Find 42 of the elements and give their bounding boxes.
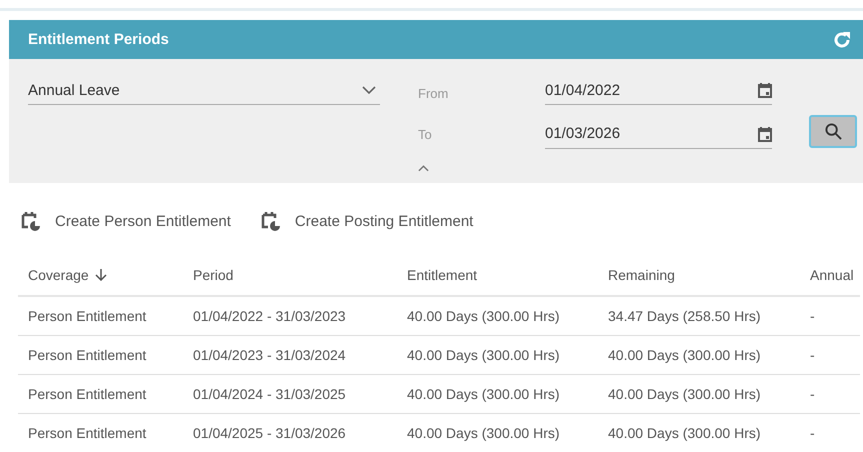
chevron-up-icon[interactable]	[418, 165, 429, 172]
panel-title: Entitlement Periods	[28, 31, 169, 48]
table-cell: -	[800, 374, 860, 414]
table-cell: Person Entitlement	[18, 414, 183, 452]
table-cell: 01/04/2025 - 31/03/2026	[183, 414, 397, 452]
table-cell: 01/04/2024 - 31/03/2025	[183, 374, 397, 414]
table-cell: 40.00 Days (300.00 Hrs)	[397, 414, 598, 452]
table-cell: Person Entitlement	[18, 296, 183, 336]
table-cell: 01/04/2023 - 31/03/2024	[183, 336, 397, 374]
table-cell: 40.00 Days (300.00 Hrs)	[598, 374, 800, 414]
table-cell: -	[800, 336, 860, 374]
to-label: To	[417, 126, 433, 142]
table-cell: 40.00 Days (300.00 Hrs)	[598, 414, 800, 452]
table-cell: Person Entitlement	[18, 374, 183, 414]
table-cell: -	[800, 414, 860, 452]
column-header[interactable]: Period	[183, 255, 397, 296]
to-date-field[interactable]: 01/03/2026	[545, 120, 772, 148]
calendar-icon[interactable]	[758, 126, 772, 142]
search-button[interactable]	[809, 115, 857, 148]
column-header[interactable]: Remaining	[598, 255, 800, 296]
create-entitlement-button[interactable]: Create Posting Entitlement	[260, 211, 474, 231]
from-label: From	[417, 86, 450, 101]
from-date-field[interactable]: 01/04/2022	[545, 76, 772, 105]
table-cell: -	[800, 296, 860, 336]
column-header[interactable]: Annual	[800, 255, 860, 296]
chevron-down-icon	[362, 86, 376, 94]
table-cell: 40.00 Days (300.00 Hrs)	[598, 336, 800, 374]
table-cell: 34.47 Days (258.50 Hrs)	[598, 296, 800, 336]
table-cell: Person Entitlement	[18, 336, 183, 374]
calendar-chart-icon	[260, 211, 281, 231]
table-cell: 40.00 Days (300.00 Hrs)	[397, 296, 598, 336]
calendar-chart-icon	[21, 211, 41, 231]
table-cell: 40.00 Days (300.00 Hrs)	[397, 374, 598, 414]
column-header[interactable]: Entitlement	[397, 255, 598, 296]
search-icon	[824, 123, 842, 140]
create-entitlement-button[interactable]: Create Person Entitlement	[21, 211, 231, 231]
column-header[interactable]: Coverage	[18, 255, 183, 296]
leave-type-dropdown[interactable]: Annual Leave	[28, 76, 380, 105]
table-cell: 40.00 Days (300.00 Hrs)	[397, 336, 598, 374]
table-cell: 01/04/2022 - 31/03/2023	[183, 296, 397, 336]
calendar-icon[interactable]	[758, 82, 772, 98]
refresh-icon[interactable]	[833, 30, 851, 48]
